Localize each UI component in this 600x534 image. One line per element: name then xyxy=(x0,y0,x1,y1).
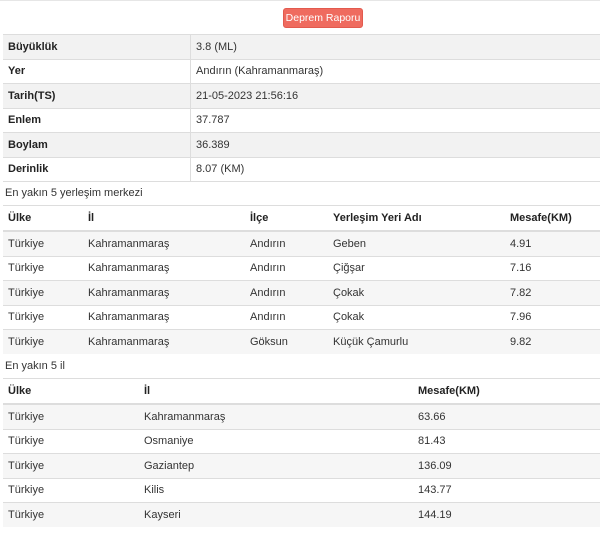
info-value: 8.07 (KM) xyxy=(190,156,600,182)
table-row: Türkiye Kilis 143.77 xyxy=(3,478,600,503)
cell-province: Kahramanmaraş xyxy=(83,231,245,257)
cell-settlement: Geben xyxy=(328,231,505,257)
cell-distance: 4.91 xyxy=(505,231,600,257)
info-row-location: Yer Andırın (Kahramanmaraş) xyxy=(3,58,600,84)
cell-province: Kilis xyxy=(139,478,413,503)
table-row: Türkiye Kahramanmaraş Andırın Çokak 7.96 xyxy=(3,305,600,330)
settlements-table: Ülke İl İlçe Yerleşim Yeri Adı Mesafe(KM… xyxy=(3,205,600,354)
column-header: İlçe xyxy=(245,205,328,232)
settlements-section-title: En yakın 5 yerleşim merkezi xyxy=(5,187,143,199)
info-key: Tarih(TS) xyxy=(3,83,191,109)
cell-settlement: Küçük Çamurlu xyxy=(328,329,505,354)
info-key: Büyüklük xyxy=(3,34,191,60)
info-key: Derinlik xyxy=(3,156,191,182)
info-value: Andırın (Kahramanmaraş) xyxy=(190,58,600,84)
cell-province: Kahramanmaraş xyxy=(139,404,413,430)
info-value: 37.787 xyxy=(190,107,600,133)
cell-settlement: Çokak xyxy=(328,305,505,330)
info-value: 21-05-2023 21:56:16 xyxy=(190,83,600,109)
info-key: Enlem xyxy=(3,107,191,133)
top-divider xyxy=(0,0,600,1)
info-row-longitude: Boylam 36.389 xyxy=(3,132,600,158)
cell-province: Osmaniye xyxy=(139,429,413,454)
column-header: Ülke xyxy=(3,205,83,232)
cell-province: Kahramanmaraş xyxy=(83,305,245,330)
info-row-latitude: Enlem 37.787 xyxy=(3,107,600,133)
cell-distance: 63.66 xyxy=(413,404,600,430)
cell-province: Kayseri xyxy=(139,502,413,527)
provinces-section-title: En yakın 5 il xyxy=(5,360,65,372)
cell-country: Türkiye xyxy=(3,231,83,257)
cell-country: Türkiye xyxy=(3,280,83,306)
cell-district: Andırın xyxy=(245,280,328,306)
cell-district: Andırın xyxy=(245,256,328,281)
table-row: Türkiye Kahramanmaraş Andırın Çokak 7.82 xyxy=(3,280,600,306)
cell-distance: 7.16 xyxy=(505,256,600,281)
cell-distance: 143.77 xyxy=(413,478,600,503)
cell-distance: 9.82 xyxy=(505,329,600,354)
column-header: Mesafe(KM) xyxy=(413,378,600,405)
cell-district: Göksun xyxy=(245,329,328,354)
cell-settlement: Çokak xyxy=(328,280,505,306)
cell-settlement: Çiğşar xyxy=(328,256,505,281)
cell-distance: 7.96 xyxy=(505,305,600,330)
cell-country: Türkiye xyxy=(3,429,139,454)
cell-country: Türkiye xyxy=(3,305,83,330)
info-row-magnitude: Büyüklük 3.8 (ML) xyxy=(3,34,600,60)
table-row: Türkiye Kahramanmaraş Andırın Çiğşar 7.1… xyxy=(3,256,600,281)
provinces-table: Ülke İl Mesafe(KM) Türkiye Kahramanmaraş… xyxy=(3,378,600,527)
cell-distance: 136.09 xyxy=(413,453,600,479)
info-key: Yer xyxy=(3,58,191,84)
table-row: Türkiye Kahramanmaraş Andırın Geben 4.91 xyxy=(3,231,600,257)
column-header: Yerleşim Yeri Adı xyxy=(328,205,505,232)
settlements-header-row: Ülke İl İlçe Yerleşim Yeri Adı Mesafe(KM… xyxy=(3,205,600,232)
column-header: Ülke xyxy=(3,378,139,405)
cell-country: Türkiye xyxy=(3,453,139,479)
earthquake-info-table: Büyüklük 3.8 (ML) Yer Andırın (Kahramanm… xyxy=(3,34,600,182)
cell-country: Türkiye xyxy=(3,478,139,503)
table-row: Türkiye Kayseri 144.19 xyxy=(3,502,600,527)
cell-country: Türkiye xyxy=(3,256,83,281)
column-header: İl xyxy=(83,205,245,232)
info-row-depth: Derinlik 8.07 (KM) xyxy=(3,156,600,182)
info-key: Boylam xyxy=(3,132,191,158)
cell-country: Türkiye xyxy=(3,502,139,527)
info-value: 3.8 (ML) xyxy=(190,34,600,60)
cell-district: Andırın xyxy=(245,231,328,257)
cell-country: Türkiye xyxy=(3,329,83,354)
provinces-header-row: Ülke İl Mesafe(KM) xyxy=(3,378,600,405)
cell-distance: 144.19 xyxy=(413,502,600,527)
table-row: Türkiye Kahramanmaraş Göksun Küçük Çamur… xyxy=(3,329,600,354)
earthquake-report-button[interactable]: Deprem Raporu xyxy=(283,8,363,28)
table-row: Türkiye Gaziantep 136.09 xyxy=(3,453,600,479)
cell-distance: 81.43 xyxy=(413,429,600,454)
cell-distance: 7.82 xyxy=(505,280,600,306)
cell-country: Türkiye xyxy=(3,404,139,430)
cell-province: Gaziantep xyxy=(139,453,413,479)
cell-province: Kahramanmaraş xyxy=(83,256,245,281)
cell-province: Kahramanmaraş xyxy=(83,329,245,354)
column-header: İl xyxy=(139,378,413,405)
table-row: Türkiye Osmaniye 81.43 xyxy=(3,429,600,454)
cell-province: Kahramanmaraş xyxy=(83,280,245,306)
info-value: 36.389 xyxy=(190,132,600,158)
info-row-date: Tarih(TS) 21-05-2023 21:56:16 xyxy=(3,83,600,109)
cell-district: Andırın xyxy=(245,305,328,330)
column-header: Mesafe(KM) xyxy=(505,205,600,232)
table-row: Türkiye Kahramanmaraş 63.66 xyxy=(3,404,600,430)
